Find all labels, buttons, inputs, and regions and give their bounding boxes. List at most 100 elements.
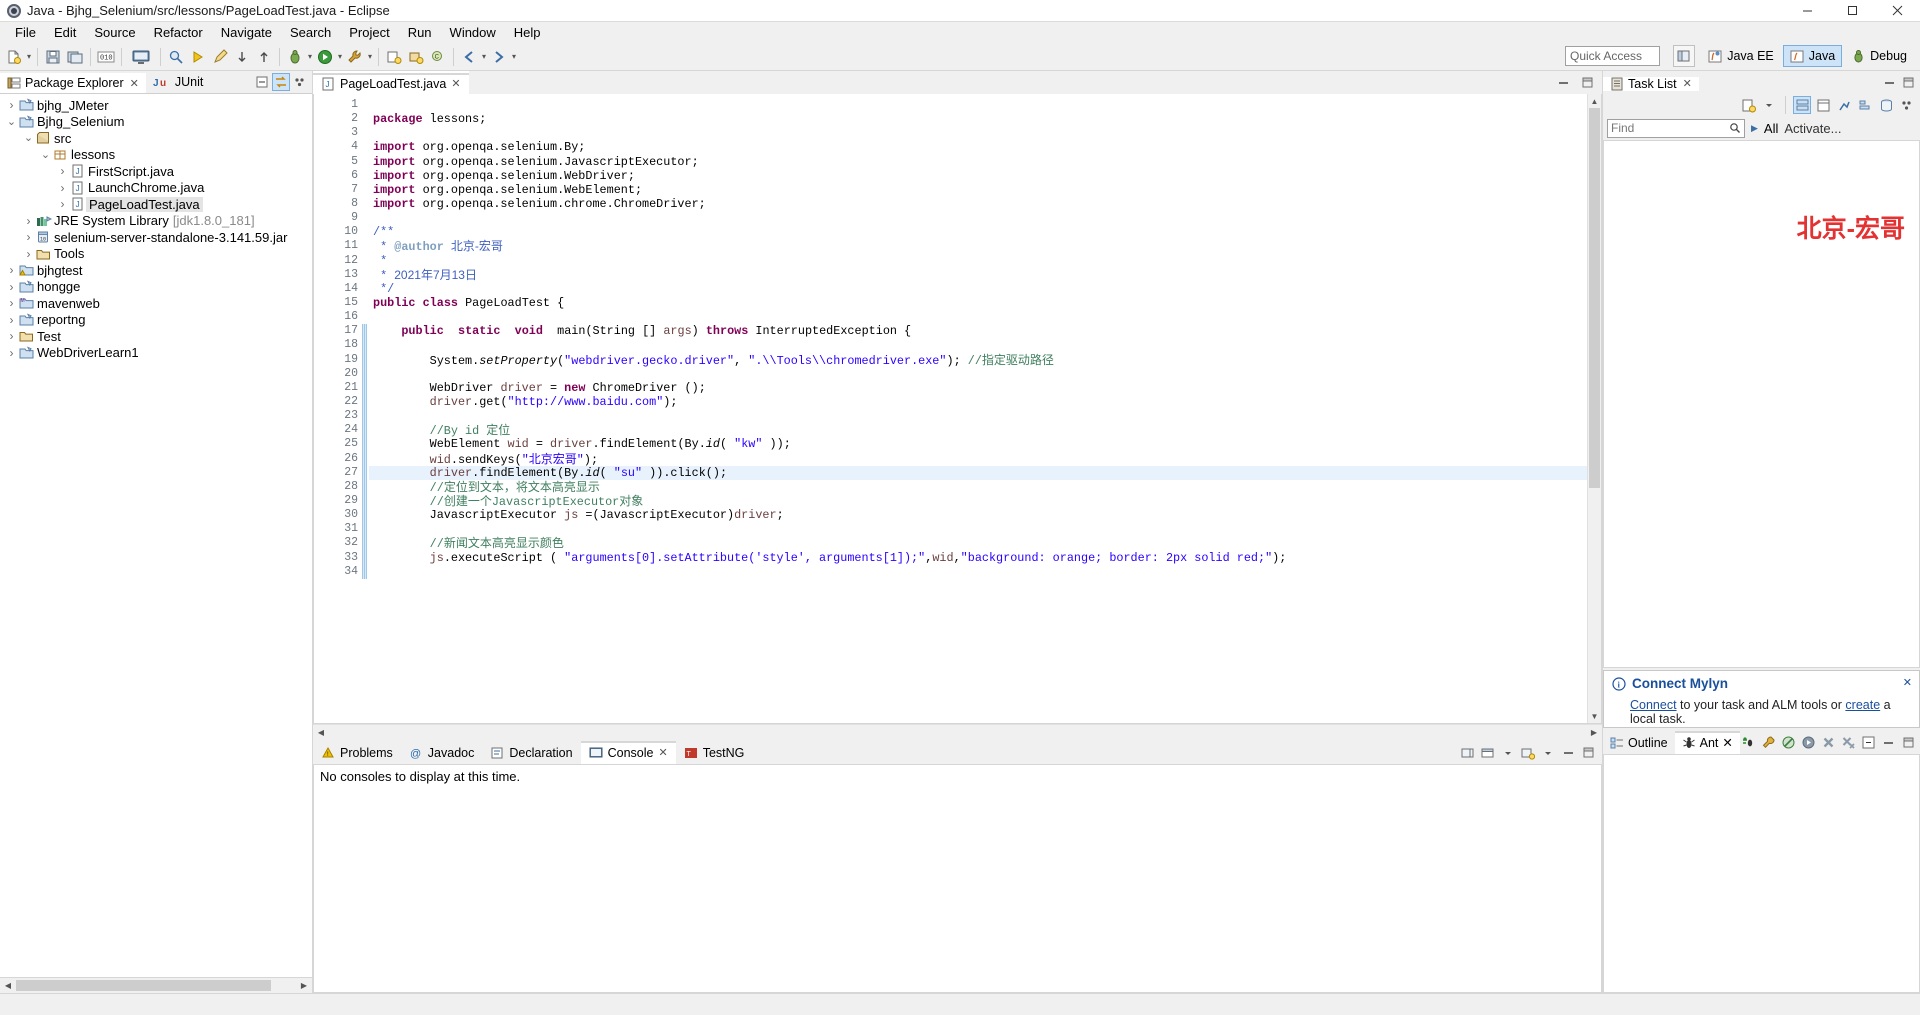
code-line[interactable]: wid.sendKeys("北京宏哥"); (369, 452, 1587, 467)
scheduled-presentation-button[interactable] (1814, 96, 1832, 114)
editor-scroll-down-icon[interactable]: ▼ (1588, 709, 1602, 723)
tree-item-lessons[interactable]: ⌄ lessons (0, 147, 312, 164)
menu-refactor[interactable]: Refactor (145, 23, 212, 42)
tree-item-bjhg-jmeter[interactable]: › bjhg_JMeter (0, 97, 312, 114)
tree-item-reportng[interactable]: › reportng (0, 312, 312, 329)
tree-item-bjhg-selenium[interactable]: ⌄ Bjhg_Selenium (0, 114, 312, 131)
task-activate-label[interactable]: Activate... (1784, 121, 1841, 136)
quick-access-input[interactable]: Quick Access (1565, 46, 1660, 66)
code-line[interactable] (369, 522, 1587, 536)
task-repositories-button[interactable] (1877, 96, 1895, 114)
tab-console-close-icon[interactable]: ✕ (658, 746, 667, 759)
code-line[interactable]: */ (369, 282, 1587, 296)
chevron-right-icon[interactable]: › (5, 296, 18, 310)
menu-project[interactable]: Project (340, 23, 398, 42)
new-console-view-button[interactable] (1519, 744, 1537, 762)
new-java-project-icon[interactable] (383, 46, 405, 68)
code-line[interactable] (369, 126, 1587, 140)
menu-navigate[interactable]: Navigate (212, 23, 281, 42)
chevron-right-icon[interactable]: › (5, 98, 18, 112)
chevron-right-icon[interactable]: › (5, 329, 18, 343)
code-line[interactable] (369, 409, 1587, 423)
chevron-down-icon[interactable]: ⌄ (22, 133, 35, 144)
tree-item-webdriverlearn1[interactable]: › WebDriverLearn1 (0, 345, 312, 362)
tree-item-launchchrome-java[interactable]: › J LaunchChrome.java (0, 180, 312, 197)
tree-item-hongge[interactable]: › hongge (0, 279, 312, 296)
console-dropdown-icon[interactable] (1499, 744, 1517, 762)
forward-nav-icon[interactable] (488, 46, 510, 68)
code-line[interactable] (369, 565, 1587, 579)
tree-item-mavenweb[interactable]: › Mmavenweb (0, 295, 312, 312)
next-annotation2-icon[interactable] (253, 46, 275, 68)
menu-run[interactable]: Run (399, 23, 441, 42)
prev-annotation-icon[interactable] (231, 46, 253, 68)
run-icon[interactable] (314, 46, 336, 68)
editor-hscrollbar[interactable]: ◀ ▶ (313, 724, 1602, 740)
tree-item-test[interactable]: › Test (0, 328, 312, 345)
new-dropdown-icon[interactable]: ▾ (25, 46, 33, 68)
tab-ant[interactable]: Ant ✕ (1674, 731, 1741, 754)
console-toolbar-icon[interactable] (126, 46, 156, 68)
code-line[interactable]: js.executeScript ( "arguments[0].setAttr… (369, 551, 1587, 565)
tree-item-tools[interactable]: › Tools (0, 246, 312, 263)
external-tools-dropdown-icon[interactable]: ▾ (366, 46, 374, 68)
new-task-button[interactable] (1739, 96, 1757, 114)
chevron-down-icon[interactable]: ⌄ (39, 149, 52, 160)
tab-declaration[interactable]: Declaration (482, 741, 580, 764)
tab-outline[interactable]: Outline (1603, 731, 1675, 754)
forward-dropdown-icon[interactable]: ▾ (510, 46, 518, 68)
open-console-button[interactable] (1459, 744, 1477, 762)
editor-vscroll-thumb[interactable] (1588, 108, 1600, 488)
editor-tab-close-icon[interactable]: ✕ (451, 77, 460, 90)
code-line[interactable]: * 2021年7月13日 (369, 268, 1587, 283)
view-menu-button[interactable] (291, 73, 309, 91)
tab-testng[interactable]: T TestNG (676, 741, 753, 764)
search-icon[interactable] (165, 46, 187, 68)
task-list-minimize-button[interactable] (1880, 74, 1898, 92)
tree-item-pageloadtest-java[interactable]: › J PageLoadTest.java (0, 196, 312, 213)
code-line[interactable] (369, 211, 1587, 225)
tree-item-jre-system-library[interactable]: › JRE System Library [jdk1.8.0_181] (0, 213, 312, 230)
chevron-right-icon[interactable]: › (22, 247, 35, 261)
console-maximize-button[interactable] (1579, 744, 1597, 762)
save-all-icon[interactable] (64, 46, 86, 68)
code-line[interactable]: public static void main(String [] args) … (369, 324, 1587, 338)
outline-maximize-button[interactable] (1900, 734, 1918, 752)
tab-javadoc[interactable]: @ Javadoc (401, 741, 483, 764)
editor-hscroll-track[interactable] (329, 724, 1586, 740)
back-dropdown-icon[interactable]: ▾ (480, 46, 488, 68)
task-list-view-menu-button[interactable] (1898, 96, 1916, 114)
remove-buildfile-button[interactable] (1820, 734, 1838, 752)
menu-source[interactable]: Source (85, 23, 144, 42)
tree-item-bjhgtest[interactable]: › bjhgtest (0, 262, 312, 279)
code-line[interactable]: public class PageLoadTest { (369, 296, 1587, 310)
code-line[interactable]: WebElement wid = driver.findElement(By.i… (369, 437, 1587, 451)
mylyn-create-link[interactable]: create (1845, 698, 1880, 712)
new-package-icon[interactable] (405, 46, 427, 68)
perspective-debug[interactable]: Debug (1844, 45, 1914, 67)
binary-icon[interactable]: 010 (95, 46, 117, 68)
tree-hscrollbar[interactable]: ◀ ▶ (0, 977, 312, 993)
code-line[interactable]: driver.findElement(By.id( "su" )).click(… (369, 465, 1587, 480)
run-default-target-button[interactable] (1800, 734, 1818, 752)
collapse-all-button[interactable] (253, 73, 271, 91)
task-find-input[interactable]: Find (1607, 118, 1745, 138)
maximize-button[interactable] (1830, 0, 1875, 22)
tab-ant-close-icon[interactable]: ✕ (1722, 735, 1732, 750)
editor-hscroll-right-icon[interactable]: ▶ (1586, 725, 1602, 740)
tree-hscroll-right-icon[interactable]: ▶ (296, 978, 312, 993)
tab-task-list-close-icon[interactable]: ✕ (1683, 77, 1692, 90)
task-find-search-icon[interactable] (1729, 122, 1741, 134)
code-editor[interactable]: 1234−5678910−11121314151617−181920212223… (313, 94, 1602, 724)
chevron-right-icon[interactable]: › (5, 263, 18, 277)
menu-edit[interactable]: Edit (45, 23, 85, 42)
code-line[interactable] (369, 338, 1587, 352)
code-line[interactable]: //新闻文本高亮显示颜色 (369, 536, 1587, 551)
save-icon[interactable] (42, 46, 64, 68)
menu-search[interactable]: Search (281, 23, 340, 42)
editor-vscroll-track[interactable] (1588, 108, 1602, 709)
display-console-button[interactable] (1479, 744, 1497, 762)
chevron-right-icon[interactable]: › (56, 197, 69, 211)
tree-hscroll-left-icon[interactable]: ◀ (0, 978, 16, 993)
perspective-java[interactable]: Java (1782, 45, 1843, 67)
